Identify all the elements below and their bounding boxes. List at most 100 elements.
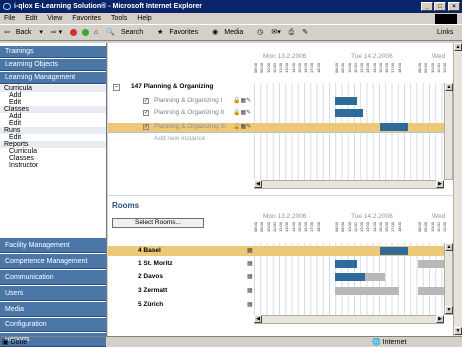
hour-label: 10:00	[347, 63, 352, 74]
room-item[interactable]: 2 Davos	[138, 273, 163, 281]
refresh-icon[interactable]	[82, 28, 90, 36]
instance-action-icons[interactable]: 🔒▦✎	[233, 97, 251, 105]
room-calendar-icon[interactable]: ▦	[247, 273, 253, 281]
scroll-left-icon[interactable]: ◀	[254, 180, 262, 188]
menu-tools[interactable]: Tools	[111, 15, 127, 22]
nav-sub-curricula-edit[interactable]: Edit	[0, 99, 106, 106]
room-item[interactable]: 3 Zermatt	[138, 287, 167, 295]
nav-media[interactable]: Media	[0, 302, 106, 317]
collapse-toggle[interactable]: −	[113, 84, 120, 91]
room-booking-bar[interactable]	[365, 273, 385, 281]
toolbar: ⇦ Back ▾ ⇨ ▾ ⌂ 🔍 Search ★ Favorites ◉ Media …	[0, 25, 462, 52]
edit-page-icon[interactable]: ✎	[302, 29, 308, 36]
mail-icon[interactable]: ✉▾	[271, 29, 280, 36]
nav-sub-reports-classes[interactable]: Classes	[0, 155, 106, 162]
media-button[interactable]: ◉ Media	[212, 29, 249, 36]
instance-label[interactable]: Planning & Organizing III	[154, 123, 226, 131]
nav-trainings[interactable]: Trainings	[0, 46, 106, 58]
scroll-down-icon[interactable]: ▼	[454, 327, 462, 335]
room-booking-bar[interactable]	[335, 260, 357, 268]
room-booking-bar[interactable]	[335, 273, 365, 281]
edit-icon[interactable]: ✎	[246, 110, 251, 116]
nav-configuration[interactable]: Configuration	[0, 318, 106, 332]
close-icon[interactable]: ×	[448, 2, 460, 11]
instance-checkbox[interactable]: ✓	[143, 98, 149, 104]
room-calendar-icon[interactable]: ▦	[247, 260, 253, 268]
rooms-vscroll[interactable]: ▲ ▼	[444, 243, 453, 315]
room-item[interactable]: 1 St. Moritz	[138, 260, 173, 268]
instance-bar[interactable]	[335, 97, 357, 105]
room-calendar-icon[interactable]: ▦	[247, 247, 253, 255]
scroll-left-icon[interactable]: ◀	[254, 315, 262, 323]
hour-label: 13:00	[366, 222, 371, 233]
date-header-tue: Tue 14.2.2006	[351, 53, 393, 60]
nav-sub-classes-edit[interactable]: Edit	[0, 120, 106, 127]
schedule-hscroll[interactable]: ◀ ▶	[254, 180, 444, 189]
favorites-button[interactable]: ★ Favorites	[157, 29, 204, 36]
page-vscroll[interactable]: ▲ ▼	[453, 43, 462, 336]
search-button[interactable]: 🔍 Search	[106, 29, 149, 36]
schedule-vscroll[interactable]: ▲	[444, 83, 453, 180]
minimize-icon[interactable]: _	[421, 2, 433, 11]
menu-view[interactable]: View	[47, 15, 62, 22]
nav-learning-management[interactable]: Learning Management	[0, 72, 106, 84]
edit-icon[interactable]: ✎	[246, 98, 251, 104]
instance-action-icons[interactable]: 🔒▦✎	[233, 123, 251, 131]
nav-learning-objects[interactable]: Learning Objects	[0, 59, 106, 71]
scroll-right-icon[interactable]: ▶	[436, 180, 444, 188]
nav-sub-curricula-add[interactable]: Add	[0, 92, 106, 99]
menu-edit[interactable]: Edit	[25, 15, 37, 22]
room-item[interactable]: 5 Zürich	[138, 301, 163, 309]
nav-sub-runs-edit[interactable]: Edit	[0, 134, 106, 141]
nav-sub-reports-instructor[interactable]: Instructor	[0, 162, 106, 169]
menu-help[interactable]: Help	[137, 15, 151, 22]
nav-users[interactable]: Users	[0, 286, 106, 301]
nav-sub-reports-curricula[interactable]: Curricula	[0, 148, 106, 155]
hour-labels-tue: 08:00 09:00 10:00 11:00 12:00 13:00 14:00 15:00…	[335, 63, 404, 73]
instance-checkbox[interactable]: ✓	[143, 110, 149, 116]
room-item[interactable]: 4 Basel	[138, 247, 161, 255]
hour-label: 13:00	[366, 63, 371, 74]
stop-icon[interactable]	[70, 28, 78, 36]
select-rooms-button[interactable]: Select Rooms...	[112, 218, 204, 228]
edit-icon[interactable]: ✎	[246, 124, 251, 130]
scroll-right-icon[interactable]: ▶	[436, 315, 444, 323]
nav-communication[interactable]: Communication	[0, 270, 106, 285]
forward-icon[interactable]: ⇨ ▾	[51, 29, 62, 36]
room-booking-bar[interactable]	[418, 260, 444, 268]
maximize-icon[interactable]: □	[434, 2, 446, 11]
nav-competence-management[interactable]: Competence Management	[0, 254, 106, 269]
ie-icon	[3, 3, 11, 10]
menu-favorites[interactable]: Favorites	[72, 15, 101, 22]
instance-label[interactable]: Planning & Organizing II	[154, 109, 224, 117]
back-button[interactable]: ⇦ Back ▾	[4, 29, 43, 36]
nav-facility-management[interactable]: Facility Management	[0, 238, 106, 253]
instance-bar[interactable]	[335, 109, 363, 117]
scroll-up-icon[interactable]: ▲	[445, 243, 453, 251]
add-instance-link[interactable]: Add new instance	[154, 135, 205, 143]
room-booking-bar[interactable]	[380, 247, 408, 255]
room-calendar-icon[interactable]: ▦	[247, 301, 253, 309]
menu-file[interactable]: File	[4, 15, 15, 22]
scroll-down-icon[interactable]: ▼	[445, 306, 453, 314]
history-icon[interactable]: ◷	[257, 29, 263, 36]
home-icon[interactable]: ⌂	[94, 29, 98, 36]
scroll-up-icon[interactable]: ▲	[454, 43, 462, 51]
nav-sub-classes-add[interactable]: Add	[0, 113, 106, 120]
instance-label[interactable]: Planning & Organizing I	[154, 97, 222, 105]
room-calendar-icon[interactable]: ▦	[247, 287, 253, 295]
rooms-hscroll[interactable]: ◀ ▶	[254, 315, 444, 324]
print-icon[interactable]: ⎙	[289, 29, 295, 36]
instance-checkbox[interactable]: ✓	[143, 124, 149, 130]
hour-label: 10:00	[430, 63, 435, 74]
search-icon: 🔍	[106, 29, 115, 36]
instance-action-icons[interactable]: 🔒▦✎	[233, 109, 251, 117]
room-booking-bar[interactable]	[335, 287, 399, 295]
hour-label: 10:00	[430, 222, 435, 233]
instance-bar[interactable]	[380, 123, 408, 131]
room-booking-bar[interactable]	[418, 287, 444, 295]
globe-icon: 🌐	[372, 339, 383, 346]
date-header-wed: Wed	[432, 53, 446, 60]
scroll-up-icon[interactable]: ▲	[445, 83, 453, 91]
class-name[interactable]: 147 Planning & Organizing	[131, 83, 213, 91]
